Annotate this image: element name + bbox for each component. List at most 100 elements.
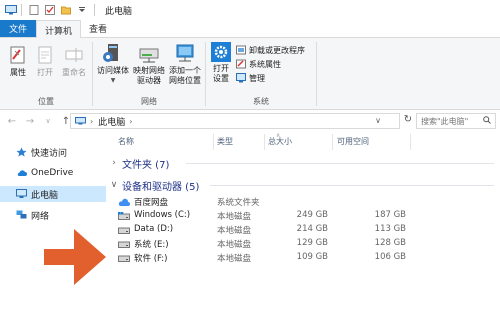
table-row[interactable]: 软件 (F:) 本地磁盘 109 GB 106 GB [106, 251, 500, 265]
dropdown-caret-icon: ▼ [110, 77, 116, 84]
breadcrumb-separator-icon[interactable]: › [129, 117, 132, 126]
drive-name: 系统 (E:) [134, 240, 169, 250]
ribbon-tabs: 文件 计算机 查看 [0, 20, 500, 39]
rename-label: 重命名 [62, 68, 86, 77]
column-divider[interactable] [410, 134, 411, 150]
address-dropdown-icon[interactable]: ∨ [375, 116, 381, 125]
uninstall-label: 卸载或更改程序 [249, 45, 305, 55]
tab-file[interactable]: 文件 [0, 20, 36, 37]
drive-free-space: 128 GB [374, 238, 406, 248]
baidu-netdisk-icon [118, 198, 130, 206]
section-divider [210, 185, 494, 186]
column-divider[interactable] [264, 134, 265, 150]
location-group: 属性 打开 重命名 位置 [0, 38, 92, 110]
table-row[interactable]: 百度网盘 系统文件夹 [106, 195, 500, 209]
recent-locations-icon[interactable]: ∨ [42, 117, 54, 125]
column-header-free-space[interactable]: 可用空间 [337, 136, 369, 150]
checkmark-quick-icon[interactable] [45, 5, 55, 15]
section-label: 设备和驱动器 (5) [122, 181, 200, 193]
drive-type: 本地磁盘 [217, 240, 252, 250]
cloud-icon [16, 168, 27, 178]
search-input[interactable]: 搜索"此电脑" [416, 113, 496, 129]
chevron-down-icon[interactable]: ∨ [108, 180, 120, 190]
open-settings-button[interactable]: 打开 设置 [210, 42, 232, 84]
chevron-right-icon[interactable]: › [108, 158, 120, 168]
this-pc-icon [75, 117, 86, 125]
section-folders[interactable]: › 文件夹 (7) [106, 156, 500, 171]
table-row[interactable]: Data (D:) 本地磁盘 214 GB 113 GB [106, 223, 500, 237]
network-location-icon [174, 42, 196, 64]
nav-item-network[interactable]: 网络 [0, 207, 106, 223]
system-properties-label: 系统属性 [249, 59, 281, 69]
media-server-icon [102, 42, 124, 64]
windows-drive-icon [118, 212, 130, 220]
drive-name: 软件 (F:) [134, 254, 168, 264]
add-location-label-1: 添加一个 [169, 66, 201, 75]
add-network-location-button[interactable]: 添加一个 网络位置 [166, 42, 204, 86]
column-divider[interactable] [332, 134, 333, 150]
manage-label: 管理 [249, 73, 265, 83]
title-bar: 此电脑 [0, 0, 500, 20]
file-list: 名称 类型 ∧ 总大小 可用空间 › 文件夹 (7) ∨ 设备和驱动器 (5) … [106, 132, 500, 316]
tab-view[interactable]: 查看 [81, 20, 115, 37]
column-header-total-size[interactable]: 总大小 [268, 136, 292, 150]
nav-item-onedrive[interactable]: OneDrive [0, 165, 106, 181]
properties-icon [8, 44, 28, 66]
drive-type: 本地磁盘 [217, 212, 252, 222]
toolbar-divider [21, 4, 22, 16]
open-label: 打开 [37, 68, 53, 77]
customize-toolbar-icon[interactable] [77, 5, 87, 15]
section-devices[interactable]: ∨ 设备和驱动器 (5) [106, 178, 500, 193]
tab-computer[interactable]: 计算机 [36, 20, 82, 39]
open-icon [35, 44, 55, 66]
open-button[interactable]: 打开 [33, 44, 57, 78]
settings-gear-icon [211, 42, 231, 62]
breadcrumb[interactable]: 此电脑 [98, 115, 125, 128]
drive-total-size: 249 GB [296, 210, 328, 220]
system-properties-button[interactable]: 系统属性 [236, 58, 281, 70]
uninstall-icon [236, 45, 246, 55]
map-drive-button[interactable]: 映射网络 驱动器 [131, 42, 167, 86]
table-row[interactable]: 系统 (E:) 本地磁盘 129 GB 128 GB [106, 237, 500, 251]
column-header-name[interactable]: 名称 [118, 136, 134, 150]
map-network-drive-icon [138, 42, 160, 64]
properties-label: 属性 [10, 68, 26, 77]
nav-item-this-pc[interactable]: 此电脑 [0, 186, 106, 202]
column-header-type[interactable]: 类型 [217, 136, 233, 150]
nav-label: 此电脑 [31, 190, 59, 201]
nav-item-quick-access[interactable]: 快速访问 [0, 144, 106, 160]
manage-button[interactable]: 管理 [236, 72, 265, 84]
group-divider [316, 42, 317, 106]
hard-drive-icon [118, 240, 130, 248]
back-arrow-icon[interactable]: ← [6, 116, 18, 127]
folder-quick-icon[interactable] [61, 5, 71, 15]
table-row[interactable]: Windows (C:) 本地磁盘 249 GB 187 GB [106, 209, 500, 223]
refresh-icon[interactable]: ↻ [402, 114, 414, 128]
annotation-arrow-icon [40, 225, 110, 292]
rename-icon [64, 44, 84, 66]
system-group-label: 系统 [253, 97, 269, 106]
add-location-label-2: 网络位置 [169, 76, 201, 85]
forward-arrow-icon[interactable]: → [24, 116, 36, 127]
address-bar[interactable]: › 此电脑 › ∨ [70, 113, 400, 129]
access-media-button[interactable]: 访问媒体 ▼ [95, 42, 131, 86]
drive-name: Data (D:) [134, 224, 174, 234]
map-drive-label-1: 映射网络 [133, 66, 165, 75]
drive-total-size: 109 GB [296, 252, 328, 262]
open-settings-label-1: 打开 [213, 64, 229, 73]
uninstall-program-button[interactable]: 卸载或更改程序 [236, 44, 305, 56]
properties-button[interactable]: 属性 [6, 44, 30, 78]
breadcrumb-separator-icon[interactable]: › [90, 117, 93, 126]
network-icon [16, 210, 27, 220]
access-media-label: 访问媒体 [97, 66, 129, 75]
search-placeholder: 搜索"此电脑" [421, 116, 469, 126]
drive-total-size: 214 GB [296, 224, 328, 234]
column-divider[interactable] [213, 134, 214, 150]
drive-type: 系统文件夹 [217, 198, 260, 208]
section-label: 文件夹 (7) [122, 159, 170, 171]
drive-name: Windows (C:) [134, 210, 191, 220]
drive-free-space: 187 GB [374, 210, 406, 220]
manage-icon [236, 73, 246, 83]
properties-quick-icon[interactable] [29, 5, 39, 15]
rename-button[interactable]: 重命名 [60, 44, 88, 78]
